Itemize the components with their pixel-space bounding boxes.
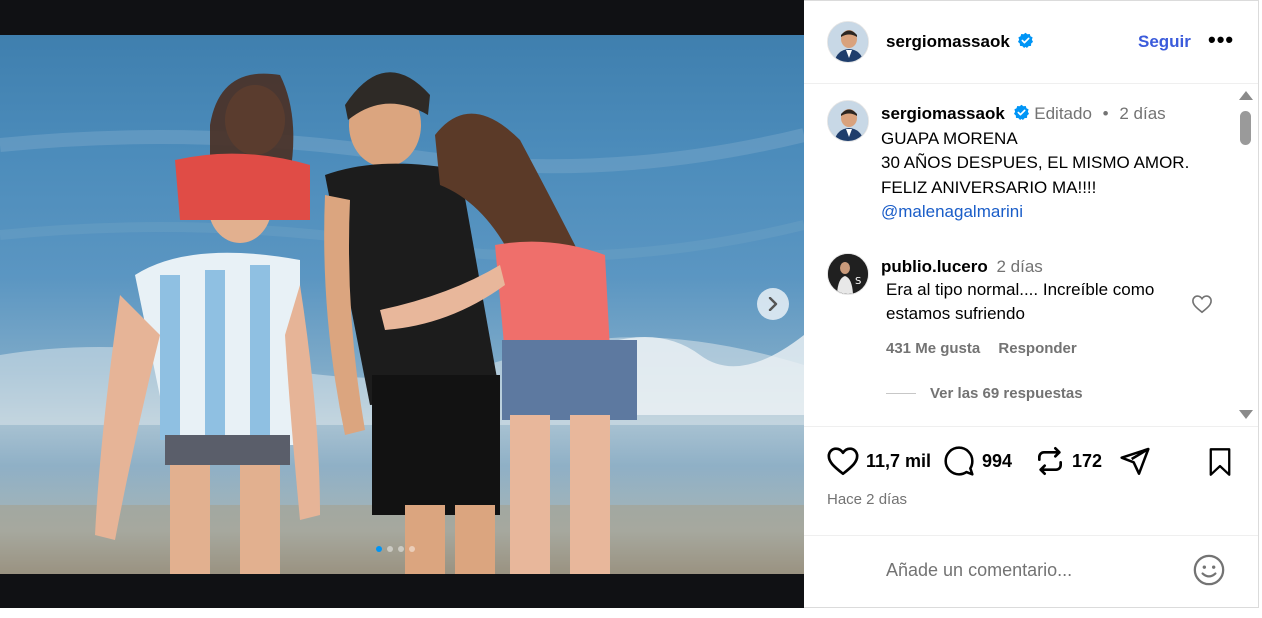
post-header: sergiomassaok Seguir ••• [804,1,1258,84]
repost-button[interactable]: 172 [1034,445,1102,477]
comment-bubble-icon [944,446,974,476]
carousel-dot [387,546,393,552]
post-caption: sergiomassaok Editado • 2 días GUAPA MOR… [881,102,1231,225]
verified-badge-icon [1018,32,1034,49]
reply-button[interactable]: Responder [998,340,1076,357]
caption-avatar[interactable] [827,100,869,142]
author-name-row: sergiomassaok [886,32,1034,52]
repost-icon [1038,447,1062,475]
comment-item: publio.lucero 2 días Era al tipo normal.… [881,255,1201,327]
author-avatar-image [828,22,868,62]
comments-scrollbar[interactable] [1236,89,1254,423]
scrollbar-thumb[interactable] [1240,111,1251,145]
comment-text: Era al tipo normal.... Increíble como es… [886,279,1155,324]
post-photo[interactable] [0,35,804,574]
next-photo-button[interactable] [757,288,789,320]
comments-count: 994 [982,450,1013,471]
reposts-count: 172 [1072,450,1103,471]
emoji-button[interactable] [1192,553,1226,592]
carousel-dot [398,546,404,552]
save-button[interactable] [1206,447,1234,482]
caption-mention-link[interactable]: @malenagalmarini [881,200,1231,225]
heart-icon [827,447,859,476]
carousel-indicator [376,546,415,552]
like-comment-button[interactable] [1191,294,1213,319]
comment-input[interactable] [886,556,1176,584]
caption-line: FELIZ ANIVERSARIO MA!!!! [881,177,1097,197]
author-username[interactable]: sergiomassaok [886,32,1010,51]
comment-button[interactable]: 994 [942,445,1012,477]
author-avatar[interactable] [827,21,869,63]
commenter-avatar[interactable]: S [827,253,869,295]
view-replies-label: Ver las 69 respuestas [930,385,1083,402]
caption-username[interactable]: sergiomassaok [881,104,1005,123]
caption-line: 30 AÑOS DESPUES, EL MISMO AMOR. [881,153,1190,172]
svg-text:S: S [855,276,861,287]
edited-label: Editado [1034,104,1092,123]
post-time[interactable]: Hace 2 días [827,491,907,508]
post-media[interactable] [0,0,804,608]
like-button[interactable]: 11,7 mil [826,445,931,477]
caption-avatar-image [828,101,868,141]
comment-meta-row: 431 Me gusta Responder [886,340,1091,357]
commenter-avatar-image: S [828,254,868,294]
carousel-dot [376,546,382,552]
comments-section[interactable]: sergiomassaok Editado • 2 días GUAPA MOR… [804,85,1258,426]
post-details-panel: sergiomassaok Seguir ••• sergiomassaok E… [804,0,1259,608]
caption-line: GUAPA MORENA [881,128,1018,148]
replies-divider [886,393,916,394]
commenter-username[interactable]: publio.lucero [881,257,988,276]
scroll-up-arrow-icon[interactable] [1239,91,1253,100]
likes-count: 11,7 mil [866,450,932,471]
post-actions: 11,7 mil 994 172 Hace 2 días [804,426,1258,536]
send-paper-plane-icon [1120,447,1150,475]
emoji-smiley-icon [1193,554,1225,586]
beach-family-photo [0,72,804,574]
caption-time[interactable]: 2 días [1119,104,1165,123]
chevron-right-icon [768,297,778,311]
comment-likes-count[interactable]: 431 Me gusta [886,340,980,357]
heart-outline-icon [1192,295,1212,314]
verified-badge-icon [1013,104,1029,121]
bookmark-icon [1209,448,1231,476]
meta-separator: • [1102,104,1109,123]
scroll-down-arrow-icon[interactable] [1239,410,1253,419]
more-options-button[interactable]: ••• [1208,29,1234,51]
caption-header-row: sergiomassaok Editado • 2 días [881,102,1231,127]
follow-button[interactable]: Seguir [1138,32,1191,52]
comment-time[interactable]: 2 días [996,257,1042,276]
view-replies-button[interactable]: Ver las 69 respuestas [886,385,1083,402]
carousel-dot [409,546,415,552]
share-button[interactable] [1118,445,1152,477]
add-comment-bar [804,536,1258,608]
